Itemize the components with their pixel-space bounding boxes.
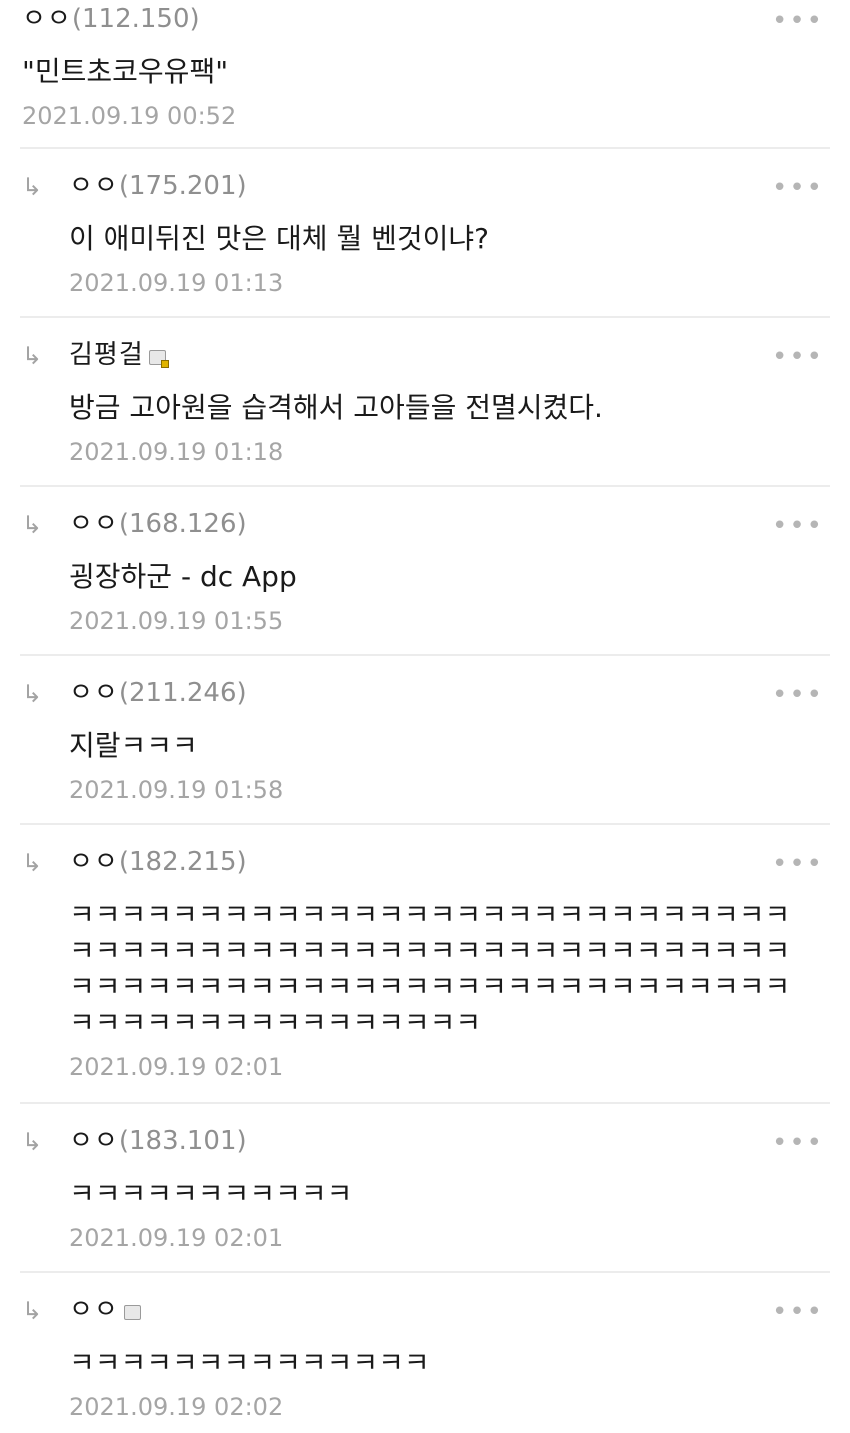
comment-text: "민트초코우유팩" [22,55,229,88]
comment-author: ㅇㅇ [69,1273,790,1327]
fixed-nick-badge-icon [123,1304,141,1320]
more-options-icon[interactable]: ••• [772,1299,824,1325]
reply-arrow-icon: ↳ [22,680,43,708]
reply-arrow-icon: ↳ [22,1128,43,1156]
author-nickname[interactable]: ㅇㅇ [69,170,119,202]
author-ip: (183.101) [118,1126,247,1156]
reply-item: ↳ ㅇㅇ (168.126) ••• 굉장하군 - dc App 2021.09.… [0,487,850,656]
comment-date: 2021.09.19 02:02 [69,1393,284,1421]
reply-item: ↳ ㅇㅇ (175.201) ••• 이 애미뒤진 맛은 대체 뭘 벤것이냐? 2… [0,149,850,318]
reply-arrow-icon: ↳ [22,342,43,370]
author-nickname[interactable]: ㅇㅇ [69,1125,119,1157]
author-nickname[interactable]: ㅇㅇ [69,508,119,540]
author-ip: (211.246) [118,678,247,708]
comment-author: ㅇㅇ (112.150) [22,0,790,36]
more-options-icon[interactable]: ••• [772,8,824,34]
author-ip: (182.215) [118,847,247,877]
reply-item: ↳ ㅇㅇ (182.215) ••• ㅋㅋㅋㅋㅋㅋㅋㅋㅋㅋㅋㅋㅋㅋㅋㅋㅋㅋㅋㅋㅋㅋ… [0,825,850,1104]
reply-item: ↳ ㅇㅇ ••• ㅋㅋㅋㅋㅋㅋㅋㅋㅋㅋㅋㅋㅋㅋ 2021.09.19 02:02 [0,1273,850,1429]
comment-item: ㅇㅇ (112.150) ••• "민트초코우유팩" 2021.09.19 00:… [0,0,850,149]
comment-date: 2021.09.19 02:01 [69,1053,284,1081]
comment-date: 2021.09.19 00:52 [22,102,237,130]
comment-text: ㅋㅋㅋㅋㅋㅋㅋㅋㅋㅋㅋ [69,1177,353,1210]
author-nickname[interactable]: ㅇㅇ [69,1294,119,1326]
more-options-icon[interactable]: ••• [772,682,824,708]
comment-date: 2021.09.19 01:58 [69,776,284,804]
reply-arrow-icon: ↳ [22,1297,43,1325]
comment-text: ㅋㅋㅋㅋㅋㅋㅋㅋㅋㅋㅋㅋㅋㅋㅋㅋㅋㅋㅋㅋㅋㅋㅋㅋㅋㅋㅋㅋㅋㅋㅋㅋㅋㅋㅋㅋㅋㅋㅋㅋ… [69,898,791,1039]
comment-author: ㅇㅇ (168.126) [69,487,790,541]
comment-author: ㅇㅇ (211.246) [69,656,790,710]
comment-date: 2021.09.19 01:13 [69,269,284,297]
comment-text: 지랄ㅋㅋㅋ [69,729,198,762]
more-options-icon[interactable]: ••• [772,344,824,370]
comment-date: 2021.09.19 01:18 [69,438,284,466]
comment-author: ㅇㅇ (183.101) [69,1104,790,1158]
badge-dot [160,359,169,368]
author-ip: (175.201) [118,171,247,201]
fixed-nick-badge-icon [148,349,169,368]
more-options-icon[interactable]: ••• [772,513,824,539]
comment-text: 굉장하군 - dc App [69,560,297,593]
comment-date: 2021.09.19 01:55 [69,607,284,635]
reply-item: ↳ 김평걸 ••• 방금 고아원을 습격해서 고아들을 전멸시켰다. 2021.… [0,318,850,487]
more-options-icon[interactable]: ••• [772,175,824,201]
more-options-icon[interactable]: ••• [772,851,824,877]
author-nickname[interactable]: ㅇㅇ [69,677,119,709]
reply-item: ↳ ㅇㅇ (183.101) ••• ㅋㅋㅋㅋㅋㅋㅋㅋㅋㅋㅋ 2021.09.19… [0,1104,850,1273]
comment-text: 방금 고아원을 습격해서 고아들을 전멸시켰다. [69,391,603,424]
author-ip: (168.126) [118,509,247,539]
author-nickname[interactable]: 김평걸 [69,339,144,371]
comment-text: ㅋㅋㅋㅋㅋㅋㅋㅋㅋㅋㅋㅋㅋㅋ [69,1346,430,1379]
author-ip: (112.150) [71,4,200,34]
comment-author: 김평걸 [69,318,790,372]
reply-arrow-icon: ↳ [22,173,43,201]
author-nickname[interactable]: ㅇㅇ [22,3,72,35]
comment-text: 이 애미뒤진 맛은 대체 뭘 벤것이냐? [69,222,490,255]
comment-list: ㅇㅇ (112.150) ••• "민트초코우유팩" 2021.09.19 00:… [0,0,850,1429]
reply-item: ↳ ㅇㅇ (211.246) ••• 지랄ㅋㅋㅋ 2021.09.19 01:58 [0,656,850,825]
comment-author: ㅇㅇ (175.201) [69,149,790,203]
comment-date: 2021.09.19 02:01 [69,1224,284,1252]
reply-arrow-icon: ↳ [22,849,43,877]
author-nickname[interactable]: ㅇㅇ [69,846,119,878]
comment-author: ㅇㅇ (182.215) [69,825,790,879]
more-options-icon[interactable]: ••• [772,1130,824,1156]
reply-arrow-icon: ↳ [22,511,43,539]
